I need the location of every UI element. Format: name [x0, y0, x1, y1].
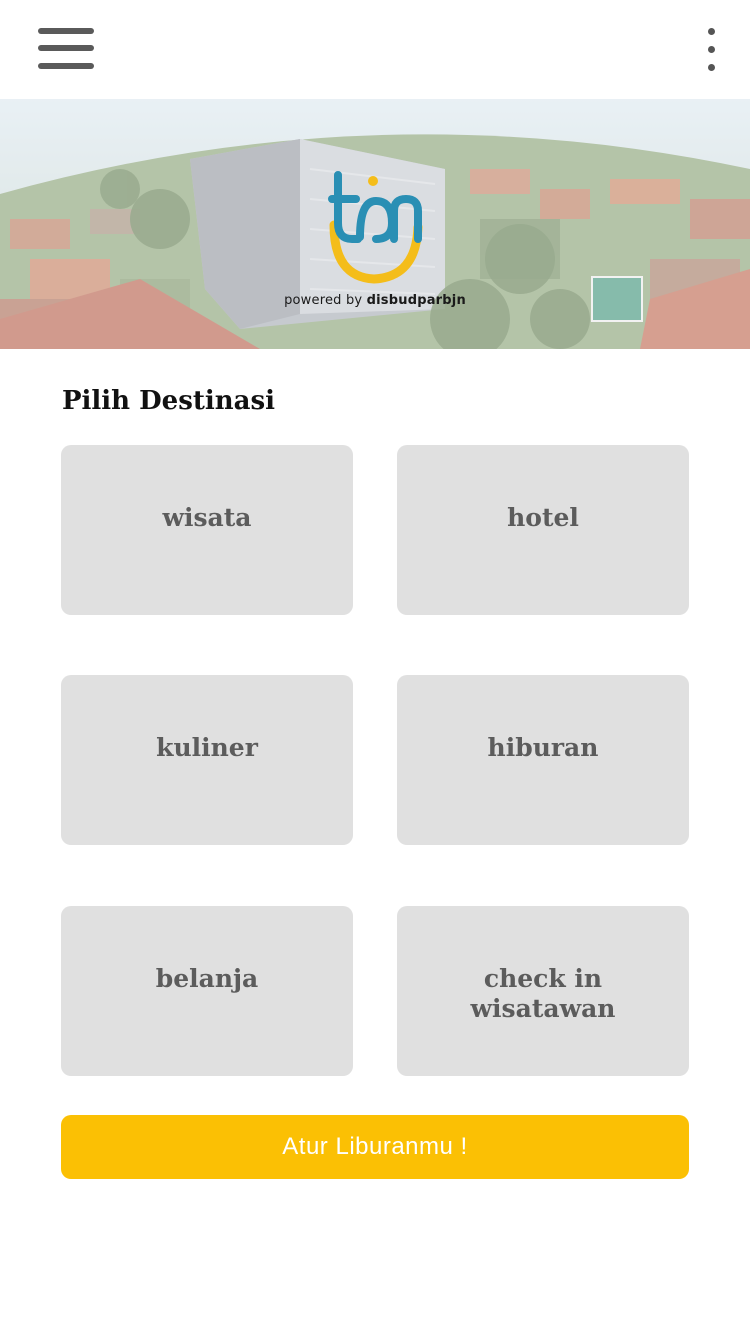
category-label: kuliner	[156, 733, 258, 762]
category-card-wisata[interactable]: wisata	[61, 445, 353, 615]
category-card-kuliner[interactable]: kuliner	[61, 675, 353, 845]
powered-by-brand: disbudparbjn	[366, 293, 466, 308]
category-label: hotel	[507, 503, 579, 532]
section-title: Pilih Destinasi	[62, 386, 276, 416]
category-card-hiburan[interactable]: hiburan	[397, 675, 689, 845]
hamburger-menu-icon[interactable]	[38, 28, 94, 72]
category-card-check-in[interactable]: check in wisatawan	[397, 906, 689, 1076]
app-screen: powered by disbudparbjn Pilih Destinasi …	[0, 0, 750, 1334]
plan-holiday-button[interactable]: Atur Liburanmu !	[61, 1115, 689, 1179]
more-options-icon[interactable]	[696, 26, 726, 76]
tbn-logo-icon	[328, 171, 423, 284]
category-label: belanja	[155, 964, 259, 993]
powered-by-credit: powered by disbudparbjn	[0, 293, 750, 308]
category-label: hiburan	[487, 733, 599, 762]
hero-banner: powered by disbudparbjn	[0, 99, 750, 349]
category-card-belanja[interactable]: belanja	[61, 906, 353, 1076]
category-label: wisata	[162, 503, 252, 532]
powered-by-prefix: powered by	[284, 293, 363, 308]
category-card-hotel[interactable]: hotel	[397, 445, 689, 615]
top-app-bar	[0, 0, 750, 99]
category-label: check in wisatawan	[470, 964, 616, 1023]
